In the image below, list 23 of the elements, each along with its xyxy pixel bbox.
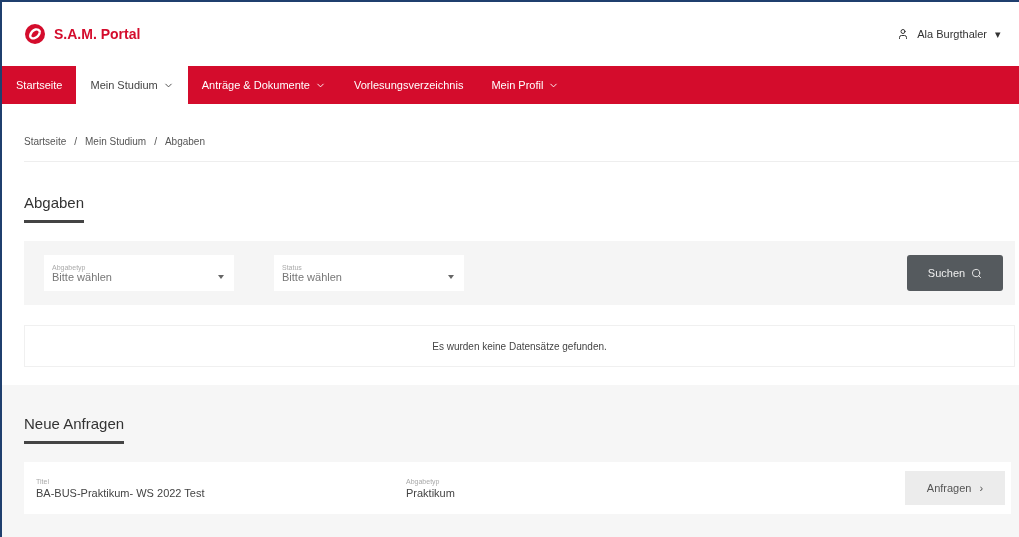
field-value: BA-BUS-Praktikum- WS 2022 Test bbox=[36, 486, 206, 499]
logo-text: S.A.M. Portal bbox=[54, 26, 141, 42]
breadcrumb-separator: / bbox=[74, 136, 78, 147]
nav-item[interactable]: Anträge & Dokumente bbox=[187, 66, 340, 104]
section-title: Abgaben bbox=[24, 194, 85, 223]
logo-icon bbox=[24, 23, 46, 45]
search-icon bbox=[971, 267, 983, 279]
nav-item[interactable]: Startseite bbox=[2, 66, 77, 104]
user-icon bbox=[897, 28, 910, 40]
search-button[interactable]: Suchen bbox=[907, 255, 1003, 291]
nav-item[interactable]: Vorlesungsverzeichnis bbox=[339, 66, 478, 104]
breadcrumb-link[interactable]: Abgaben bbox=[164, 136, 205, 147]
caret-icon[interactable]: ▾ bbox=[995, 27, 1001, 41]
nav-item[interactable]: Mein Profil bbox=[477, 66, 574, 104]
request-button[interactable]: Anfragen › bbox=[905, 471, 1005, 505]
breadcrumb-separator: / bbox=[154, 136, 157, 147]
breadcrumb-link[interactable]: Mein Studium bbox=[85, 136, 147, 147]
field-value: Praktikum bbox=[406, 486, 456, 499]
empty-message: Es wurden keine Datensätze gefunden. bbox=[24, 325, 1015, 367]
breadcrumb-link[interactable]: Startseite bbox=[24, 136, 67, 147]
user-name[interactable]: Ala Burgthaler bbox=[917, 28, 987, 40]
section-title: Neue Anfragen bbox=[24, 415, 125, 444]
nav-item[interactable]: Mein Studium bbox=[76, 66, 188, 104]
